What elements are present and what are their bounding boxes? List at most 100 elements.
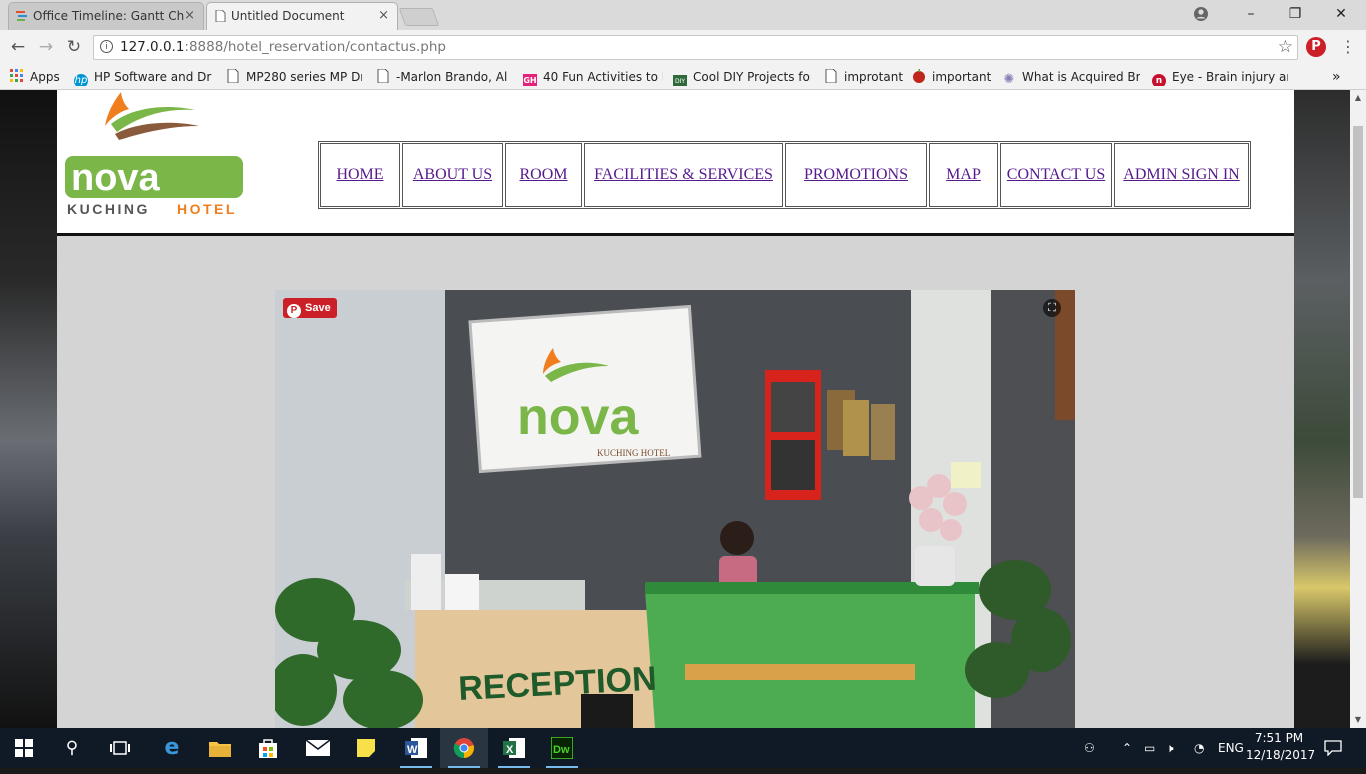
sign-wordmark: nova [517, 388, 639, 446]
bookmark-apps[interactable]: Apps [10, 68, 65, 86]
logo-wordmark: nova [71, 157, 161, 199]
svg-text:Dw: Dw [553, 744, 570, 756]
page-icon [376, 68, 390, 84]
url-host: 127.0.0.1 [120, 39, 185, 55]
pin-save-label: Save [305, 302, 331, 314]
bookmark-label: 40 Fun Activities to D [543, 70, 663, 84]
apps-grid-icon [10, 69, 24, 83]
pinterest-save-button[interactable]: P Save [283, 298, 337, 318]
bookmark-star-icon[interactable]: ☆ [1278, 36, 1293, 59]
task-view-icon[interactable] [96, 728, 144, 768]
dreamweaver-icon[interactable]: Dw [538, 728, 586, 768]
page-viewport: nova KUCHING HOTEL HOME ABOUT US ROOM FA… [0, 90, 1350, 728]
site-header: nova KUCHING HOTEL HOME ABOUT US ROOM FA… [57, 90, 1294, 236]
gear-icon: ✺ [1003, 72, 1015, 87]
bookmark-diy[interactable]: DIY Cool DIY Projects for [673, 68, 811, 86]
profile-icon[interactable] [1192, 5, 1210, 23]
mail-icon[interactable] [294, 728, 342, 768]
nav-about-us[interactable]: ABOUT US [402, 143, 503, 207]
file-explorer-icon[interactable] [196, 728, 244, 768]
clock[interactable]: 7:51 PM 12/18/2017 [1246, 730, 1315, 764]
url-path: :8888/hotel_reservation/contactus.php [184, 39, 447, 55]
bookmark-mp280[interactable]: MP280 series MP Driv [226, 68, 362, 86]
bookmark-40-fun[interactable]: GH 40 Fun Activities to D [523, 68, 663, 86]
browser-menu-icon[interactable]: ⋮ [1340, 36, 1356, 58]
svg-text:W: W [407, 744, 418, 756]
svg-text:X: X [506, 744, 514, 756]
scroll-up-arrow-icon[interactable]: ▲ [1350, 90, 1366, 106]
edge-icon[interactable]: e [148, 728, 196, 768]
wifi-icon[interactable]: ◔ [1194, 728, 1212, 768]
reload-button[interactable]: ↻ [62, 36, 86, 58]
battery-icon[interactable]: ▭ [1144, 728, 1162, 768]
start-button[interactable] [0, 728, 48, 768]
info-icon[interactable]: i [100, 40, 113, 53]
tab-untitled-document[interactable]: Untitled Document × [206, 2, 398, 30]
pinterest-extension-icon[interactable]: P [1306, 37, 1326, 57]
address-bar[interactable]: i 127.0.0.1:8888/hotel_reservation/conta… [93, 35, 1298, 60]
bookmark-label: Cool DIY Projects for [693, 70, 811, 84]
back-button[interactable]: ← [6, 36, 30, 58]
pinterest-icon: P [287, 304, 301, 318]
volume-icon[interactable]: 🕨 [1166, 728, 1184, 768]
chrome-icon[interactable] [440, 728, 488, 768]
action-center-icon[interactable] [1324, 728, 1344, 768]
logo-subtitle-left: KUCHING [67, 201, 150, 217]
excel-icon[interactable]: X [490, 728, 538, 768]
bookmark-important[interactable]: important [912, 68, 992, 86]
nav-promotions[interactable]: PROMOTIONS [785, 143, 927, 207]
people-icon[interactable]: ⚇ [1084, 728, 1104, 768]
page-icon [226, 68, 240, 84]
bookmark-acquired-brain[interactable]: ✺ What is Acquired Bra [1002, 68, 1140, 86]
bookmark-label: improtant [844, 70, 904, 84]
close-tab-icon[interactable]: × [184, 3, 195, 29]
bookmark-label: HP Software and Driv [94, 70, 212, 84]
bookmark-label: What is Acquired Bra [1022, 70, 1140, 84]
minimize-button[interactable]: – [1228, 0, 1274, 30]
scroll-thumb[interactable] [1353, 126, 1363, 498]
bookmark-eye-brain[interactable]: n Eye - Brain injury and [1152, 68, 1288, 86]
nav-home[interactable]: HOME [320, 143, 400, 207]
new-tab-button[interactable] [398, 8, 440, 26]
nav-contact-us[interactable]: CONTACT US [1000, 143, 1112, 207]
bookmark-label: MP280 series MP Driv [246, 70, 362, 84]
bookmark-label: important [932, 70, 992, 84]
scroll-down-arrow-icon[interactable]: ▼ [1350, 712, 1366, 728]
apple-icon [912, 69, 926, 83]
nav-facilities-services[interactable]: FACILITIES & SERVICES [584, 143, 783, 207]
clock-time: 7:51 PM [1254, 731, 1304, 745]
main-nav: HOME ABOUT US ROOM FACILITIES & SERVICES… [318, 141, 1251, 209]
background-image-right [1294, 90, 1350, 728]
close-window-button[interactable]: ✕ [1318, 0, 1364, 30]
bookmark-hp[interactable]: hp HP Software and Driv [74, 68, 212, 86]
expand-icon[interactable]: ⛶ [1043, 299, 1061, 317]
browser-tab-bar: Office Timeline: Gantt Ch × Untitled Doc… [0, 0, 1366, 30]
nav-room[interactable]: ROOM [505, 143, 582, 207]
store-icon[interactable] [244, 728, 292, 768]
word-icon[interactable]: W [392, 728, 440, 768]
language-indicator[interactable]: ENG [1218, 728, 1246, 768]
bookmark-marlon[interactable]: -Marlon Brando, Al Pa [376, 68, 510, 86]
nav-admin-sign-in[interactable]: ADMIN SIGN IN [1114, 143, 1249, 207]
hotel-logo[interactable]: nova KUCHING HOTEL [63, 90, 249, 218]
nav-map[interactable]: MAP [929, 143, 998, 207]
windows-logo-icon [15, 739, 33, 757]
page-icon [824, 68, 838, 84]
close-tab-icon[interactable]: × [378, 3, 389, 29]
tab-title: Untitled Document [231, 9, 345, 23]
bookmark-improtant[interactable]: improtant [824, 68, 904, 86]
sign-subtitle: KUCHING HOTEL [597, 448, 670, 458]
diy-icon: DIY [673, 75, 687, 86]
show-hidden-icons-icon[interactable]: ⌃ [1122, 728, 1136, 768]
search-icon[interactable]: ⚲ [48, 728, 96, 768]
maximize-button[interactable]: ❐ [1272, 0, 1318, 30]
tab-title: Office Timeline: Gantt Ch [33, 9, 185, 23]
document-icon [214, 9, 226, 23]
tab-office-timeline[interactable]: Office Timeline: Gantt Ch × [8, 2, 204, 30]
forward-button[interactable]: → [34, 36, 58, 58]
page-scrollbar[interactable]: ▲ ▼ [1350, 90, 1366, 728]
bookmarks-overflow-icon[interactable]: » [1332, 68, 1346, 86]
page-content: nova KUCHING HOTEL HOME ABOUT US ROOM FA… [57, 90, 1294, 728]
gh-icon: GH [523, 74, 537, 86]
sticky-notes-icon[interactable] [342, 728, 390, 768]
